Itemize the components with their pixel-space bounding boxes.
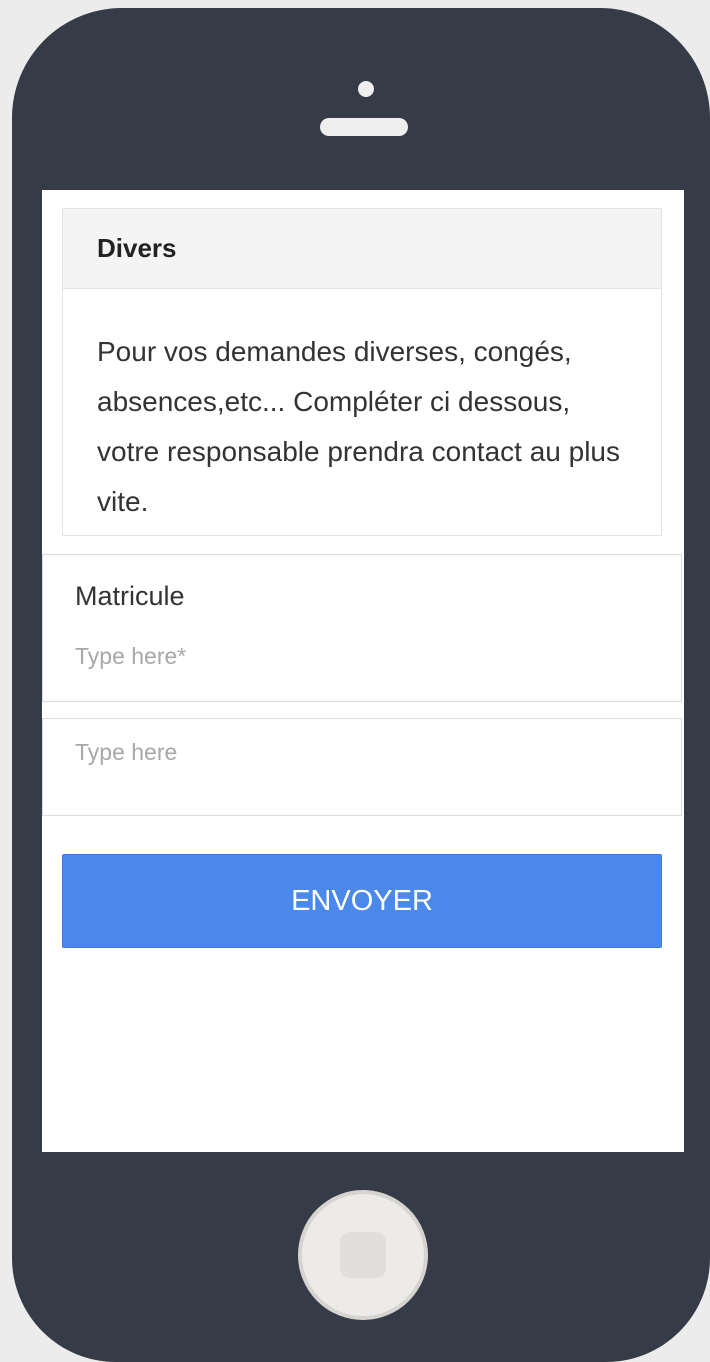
matricule-field: Matricule bbox=[42, 554, 682, 702]
speaker-slot-icon bbox=[320, 118, 408, 136]
matricule-label: Matricule bbox=[75, 581, 185, 611]
message-field bbox=[42, 718, 682, 816]
info-card: Divers Pour vos demandes diverses, congé… bbox=[62, 208, 662, 536]
home-button-icon[interactable] bbox=[298, 1190, 428, 1320]
phone-frame: Divers Pour vos demandes diverses, congé… bbox=[12, 8, 710, 1362]
submit-button[interactable]: ENVOYER bbox=[62, 854, 662, 948]
message-input[interactable] bbox=[75, 737, 635, 767]
home-square-icon bbox=[340, 1232, 386, 1278]
matricule-input[interactable] bbox=[75, 641, 635, 671]
phone-screen: Divers Pour vos demandes diverses, congé… bbox=[42, 190, 684, 1152]
card-description: Pour vos demandes diverses, congés, abse… bbox=[97, 336, 620, 517]
camera-dot-icon bbox=[358, 81, 374, 97]
card-title: Divers bbox=[63, 209, 661, 289]
